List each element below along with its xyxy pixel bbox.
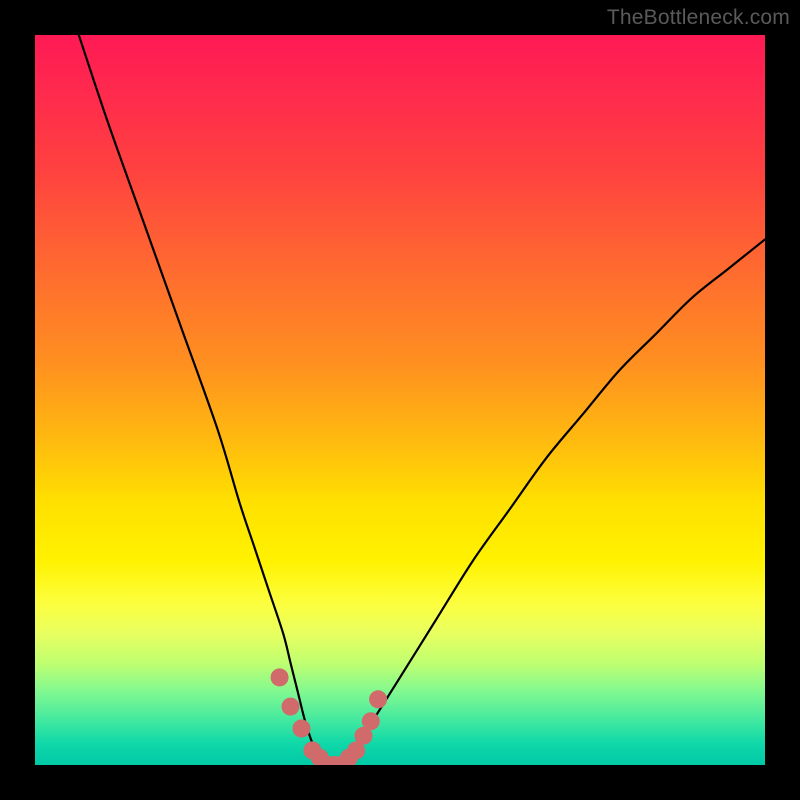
chart-container: TheBottleneck.com (0, 0, 800, 800)
highlight-dot (282, 698, 300, 716)
highlight-dot (369, 690, 387, 708)
attribution-label: TheBottleneck.com (607, 6, 790, 30)
highlight-dot (292, 720, 310, 738)
bottleneck-curve-line (79, 35, 765, 765)
plot-area (35, 35, 765, 765)
highlight-dot (271, 668, 289, 686)
bottleneck-curve-svg (35, 35, 765, 765)
highlight-dot (362, 712, 380, 730)
highlight-dots-group (271, 668, 388, 765)
